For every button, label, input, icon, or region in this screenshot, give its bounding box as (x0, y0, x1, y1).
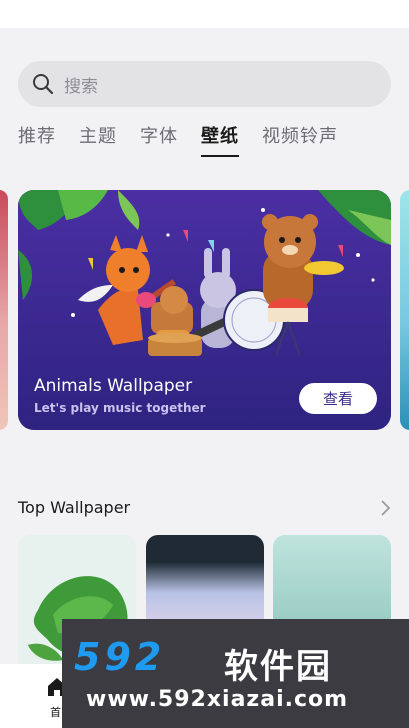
watermark-url: www.592xiazai.com (86, 687, 349, 712)
view-button[interactable]: 查看 (299, 383, 377, 414)
tab-fonts[interactable]: 字体 (140, 122, 178, 154)
featured-banner[interactable]: Animals Wallpaper Let's play music toget… (18, 190, 391, 430)
tab-themes[interactable]: 主题 (79, 122, 117, 154)
banner-title: Animals Wallpaper (34, 376, 193, 396)
tab-wallpapers[interactable]: 壁纸 (201, 122, 239, 157)
category-tabs: 推荐 主题 字体 壁纸 视频铃声 (18, 122, 361, 157)
chevron-right-icon[interactable] (378, 498, 392, 518)
watermark-brand-name: 软件园 (224, 647, 332, 687)
nav-home-label[interactable]: 首 (50, 704, 61, 720)
search-placeholder: 搜索 (64, 76, 98, 97)
carousel-prev-card[interactable] (0, 190, 8, 430)
search-bar[interactable]: 搜索 (18, 61, 391, 107)
search-icon (33, 74, 54, 95)
tab-recommend[interactable]: 推荐 (18, 122, 56, 154)
carousel-next-card[interactable] (400, 190, 409, 430)
watermark-overlay: 592 软件园 www.592xiazai.com (62, 619, 409, 728)
status-bar (0, 0, 409, 28)
section-title: Top Wallpaper (18, 498, 131, 517)
banner-subtitle: Let's play music together (34, 401, 206, 415)
tab-video-ringtones[interactable]: 视频铃声 (262, 122, 338, 154)
watermark-brand-digits: 592 (74, 635, 166, 679)
